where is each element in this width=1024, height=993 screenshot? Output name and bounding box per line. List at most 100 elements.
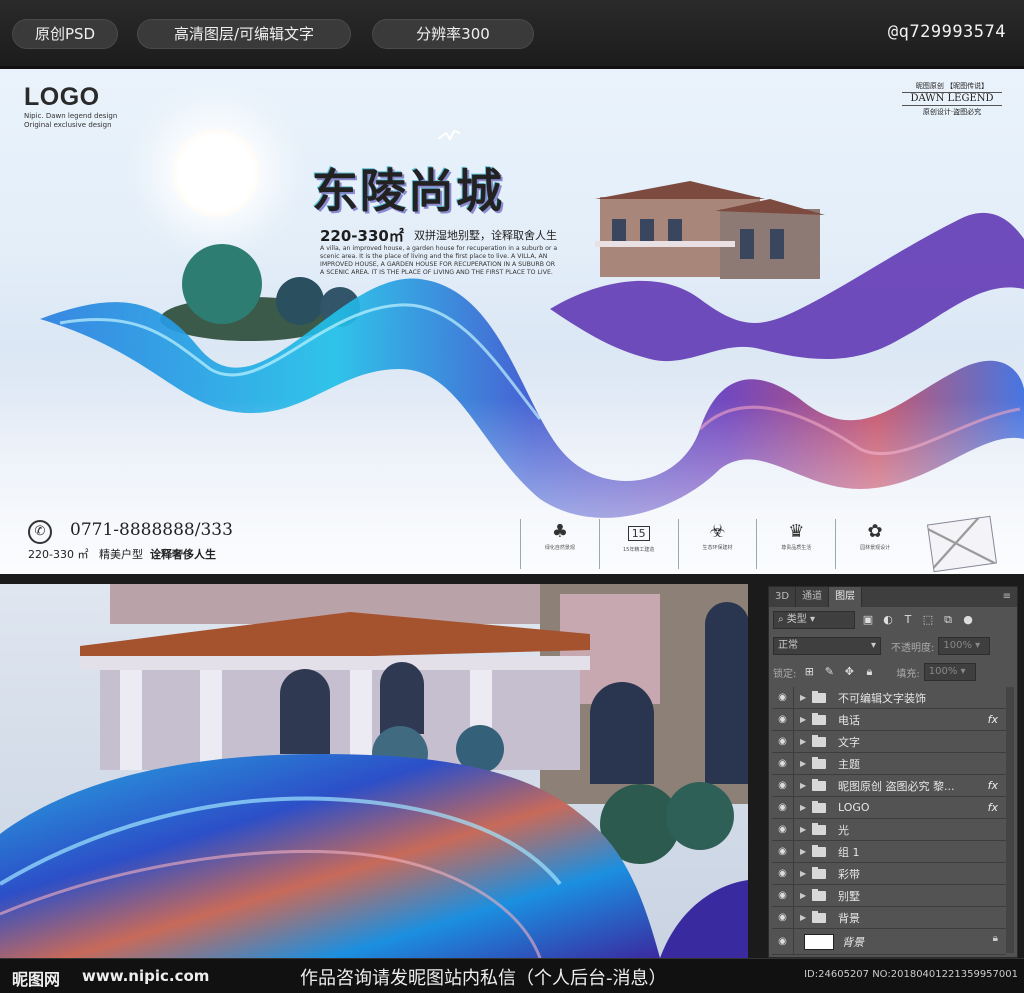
fill-label: 填充: bbox=[896, 668, 920, 680]
site-url[interactable]: www.nipic.com bbox=[82, 967, 209, 985]
visibility-icon[interactable]: ◉ bbox=[772, 797, 794, 818]
badge-15-icon: 15 15年精工建造 bbox=[598, 519, 678, 569]
resolution-badge: 分辨率300 bbox=[372, 19, 534, 49]
phone-number: 0771-8888888/333 bbox=[70, 520, 233, 540]
poster-description: A villa, an improved house, a garden hou… bbox=[320, 245, 558, 276]
top-bar: 原创PSD 高清图层/可编辑文字 分辨率300 @q729993574 bbox=[0, 0, 1024, 66]
poster-title: 东陵尚城 bbox=[312, 164, 504, 218]
visibility-icon[interactable]: ◉ bbox=[772, 819, 794, 840]
expand-arrow-icon[interactable]: ▶ bbox=[800, 693, 812, 702]
villa-image bbox=[595, 181, 825, 279]
expand-arrow-icon[interactable]: ▶ bbox=[800, 913, 812, 922]
phone-icon: ✆ bbox=[28, 520, 52, 544]
poster-preview: LOGO Nipic. Dawn legend design Original … bbox=[0, 66, 1024, 574]
lock-position-icon[interactable]: ✥ bbox=[842, 665, 856, 679]
tab-3d[interactable]: 3D bbox=[769, 587, 797, 607]
detail-crop-image bbox=[0, 584, 748, 958]
dawn-legend-brand: 昵图原创 【昵图传说】 DAWN LEGEND 原创设计·盗图必究 bbox=[902, 81, 1002, 117]
area-range: 220-330㎡ bbox=[320, 227, 404, 245]
filter-row: ⌕ 类型 ▾ ▣ ◐ T ⬚ ⧉ ● bbox=[773, 609, 1013, 631]
layer-row[interactable]: ◉ ▶ 不可编辑文字装饰 bbox=[772, 687, 1006, 709]
layer-row[interactable]: ◉ ▶ 背景 bbox=[772, 907, 1006, 929]
layers-panel: 3D 通道 图层 ≡ ⌕ 类型 ▾ ▣ ◐ T ⬚ ⧉ ● 正常 ▾ 不透明度:… bbox=[768, 586, 1018, 958]
expand-arrow-icon[interactable]: ▶ bbox=[800, 847, 812, 856]
text-filter-icon[interactable]: T bbox=[901, 613, 915, 627]
layer-scrollbar[interactable] bbox=[1006, 687, 1014, 953]
folder-icon bbox=[812, 778, 826, 791]
layer-row[interactable]: ◉ ▶ 光 bbox=[772, 819, 1006, 841]
lock-pixels-icon[interactable]: ⊞ bbox=[802, 665, 816, 679]
fill-input[interactable]: 100% ▾ bbox=[923, 663, 976, 681]
area-tagline: 双拼湿地别墅，诠释取舍人生 bbox=[414, 229, 557, 242]
lock-icon: 🔒︎ bbox=[992, 933, 998, 944]
folder-icon bbox=[812, 734, 826, 747]
folder-icon bbox=[812, 756, 826, 769]
blend-row: 正常 ▾ 不透明度: 100% ▾ bbox=[773, 635, 1013, 657]
author-handle: @q729993574 bbox=[887, 22, 1006, 42]
panel-tabs: 3D 通道 图层 ≡ bbox=[769, 587, 1017, 607]
visibility-icon[interactable]: ◉ bbox=[772, 863, 794, 884]
folder-icon bbox=[812, 822, 826, 835]
layer-row[interactable]: ◉ ▶ 别墅 bbox=[772, 885, 1006, 907]
background-layer-row[interactable]: ◉ 背景 🔒︎ bbox=[772, 929, 1006, 955]
layer-row[interactable]: ◉ ▶ 组 1 bbox=[772, 841, 1006, 863]
villa-ribbon-closeup bbox=[0, 584, 748, 958]
expand-arrow-icon[interactable]: ▶ bbox=[800, 803, 812, 812]
adjustment-filter-icon[interactable]: ◐ bbox=[881, 613, 895, 627]
visibility-icon[interactable]: ◉ bbox=[772, 753, 794, 774]
filter-toggle-icon[interactable]: ● bbox=[961, 613, 975, 627]
folder-icon bbox=[812, 690, 826, 703]
image-id: ID:24605207 NO:20180401221359957001 bbox=[804, 969, 1018, 980]
visibility-icon[interactable]: ◉ bbox=[772, 907, 794, 928]
opacity-input[interactable]: 100% ▾ bbox=[938, 637, 991, 655]
biohazard-icon: ☣ 生态环保建材 bbox=[677, 519, 757, 569]
lock-row: 锁定: ⊞ ✎ ✥ 🔒︎ 填充: 100% ▾ bbox=[773, 661, 1013, 683]
logo-subtitle: Nipic. Dawn legend design Original exclu… bbox=[24, 112, 118, 129]
visibility-icon[interactable]: ◉ bbox=[772, 731, 794, 752]
expand-arrow-icon[interactable]: ▶ bbox=[800, 759, 812, 768]
visibility-icon[interactable]: ◉ bbox=[772, 841, 794, 862]
visibility-icon[interactable]: ◉ bbox=[772, 775, 794, 796]
folder-icon bbox=[812, 910, 826, 923]
layer-row[interactable]: ◉ ▶ LOGO fx bbox=[772, 797, 1006, 819]
layer-row[interactable]: ◉ ▶ 主题 bbox=[772, 753, 1006, 775]
folder-icon bbox=[812, 844, 826, 857]
bottom-slogan: 220-330 ㎡ 精美户型 诠释奢侈人生 bbox=[28, 548, 216, 561]
layer-thumbnail bbox=[804, 933, 834, 950]
smart-object-filter-icon[interactable]: ⧉ bbox=[941, 613, 955, 627]
visibility-icon[interactable]: ◉ bbox=[772, 929, 794, 954]
layer-row[interactable]: ◉ ▶ 彩带 bbox=[772, 863, 1006, 885]
expand-arrow-icon[interactable]: ▶ bbox=[800, 891, 812, 900]
ribbon-artwork bbox=[0, 129, 1024, 574]
panel-menu-icon[interactable]: ≡ bbox=[997, 587, 1017, 607]
visibility-icon[interactable]: ◉ bbox=[772, 687, 794, 708]
flower-icon: ✿ 园林景观设计 bbox=[835, 519, 914, 569]
tab-channels[interactable]: 通道 bbox=[796, 587, 830, 607]
folder-icon bbox=[812, 866, 826, 879]
layer-row[interactable]: ◉ ▶ 电话 fx bbox=[772, 709, 1006, 731]
blend-mode-select[interactable]: 正常 ▾ bbox=[773, 637, 881, 655]
layers-badge: 高清图层/可编辑文字 bbox=[137, 19, 351, 49]
visibility-icon[interactable]: ◉ bbox=[772, 709, 794, 730]
expand-arrow-icon[interactable]: ▶ bbox=[800, 737, 812, 746]
footer-bar: 昵图网 www.nipic.com 作品咨询请发昵图站内私信（个人后台-消息） … bbox=[0, 958, 1024, 993]
visibility-icon[interactable]: ◉ bbox=[772, 885, 794, 906]
contact-message: 作品咨询请发昵图站内私信（个人后台-消息） bbox=[300, 968, 667, 989]
tab-layers[interactable]: 图层 bbox=[829, 587, 863, 607]
crown-icon: ♛ 尊贵品质生活 bbox=[756, 519, 835, 569]
expand-arrow-icon[interactable]: ▶ bbox=[800, 781, 812, 790]
layer-row[interactable]: ◉ ▶ 文字 bbox=[772, 731, 1006, 753]
folder-icon bbox=[812, 712, 826, 725]
expand-arrow-icon[interactable]: ▶ bbox=[800, 825, 812, 834]
poster-logo: LOGO bbox=[24, 83, 100, 111]
layer-filter-select[interactable]: ⌕ 类型 ▾ bbox=[773, 611, 855, 629]
expand-arrow-icon[interactable]: ▶ bbox=[800, 715, 812, 724]
lock-all-icon[interactable]: 🔒︎ bbox=[862, 665, 876, 679]
tree-icon: ♣ 绿化自然景观 bbox=[520, 519, 599, 569]
location-map bbox=[926, 515, 998, 573]
expand-arrow-icon[interactable]: ▶ bbox=[800, 869, 812, 878]
lock-paint-icon[interactable]: ✎ bbox=[822, 665, 836, 679]
shape-filter-icon[interactable]: ⬚ bbox=[921, 613, 935, 627]
image-filter-icon[interactable]: ▣ bbox=[861, 613, 875, 627]
layer-row[interactable]: ◉ ▶ 昵图原创 盗图必究 黎... fx bbox=[772, 775, 1006, 797]
